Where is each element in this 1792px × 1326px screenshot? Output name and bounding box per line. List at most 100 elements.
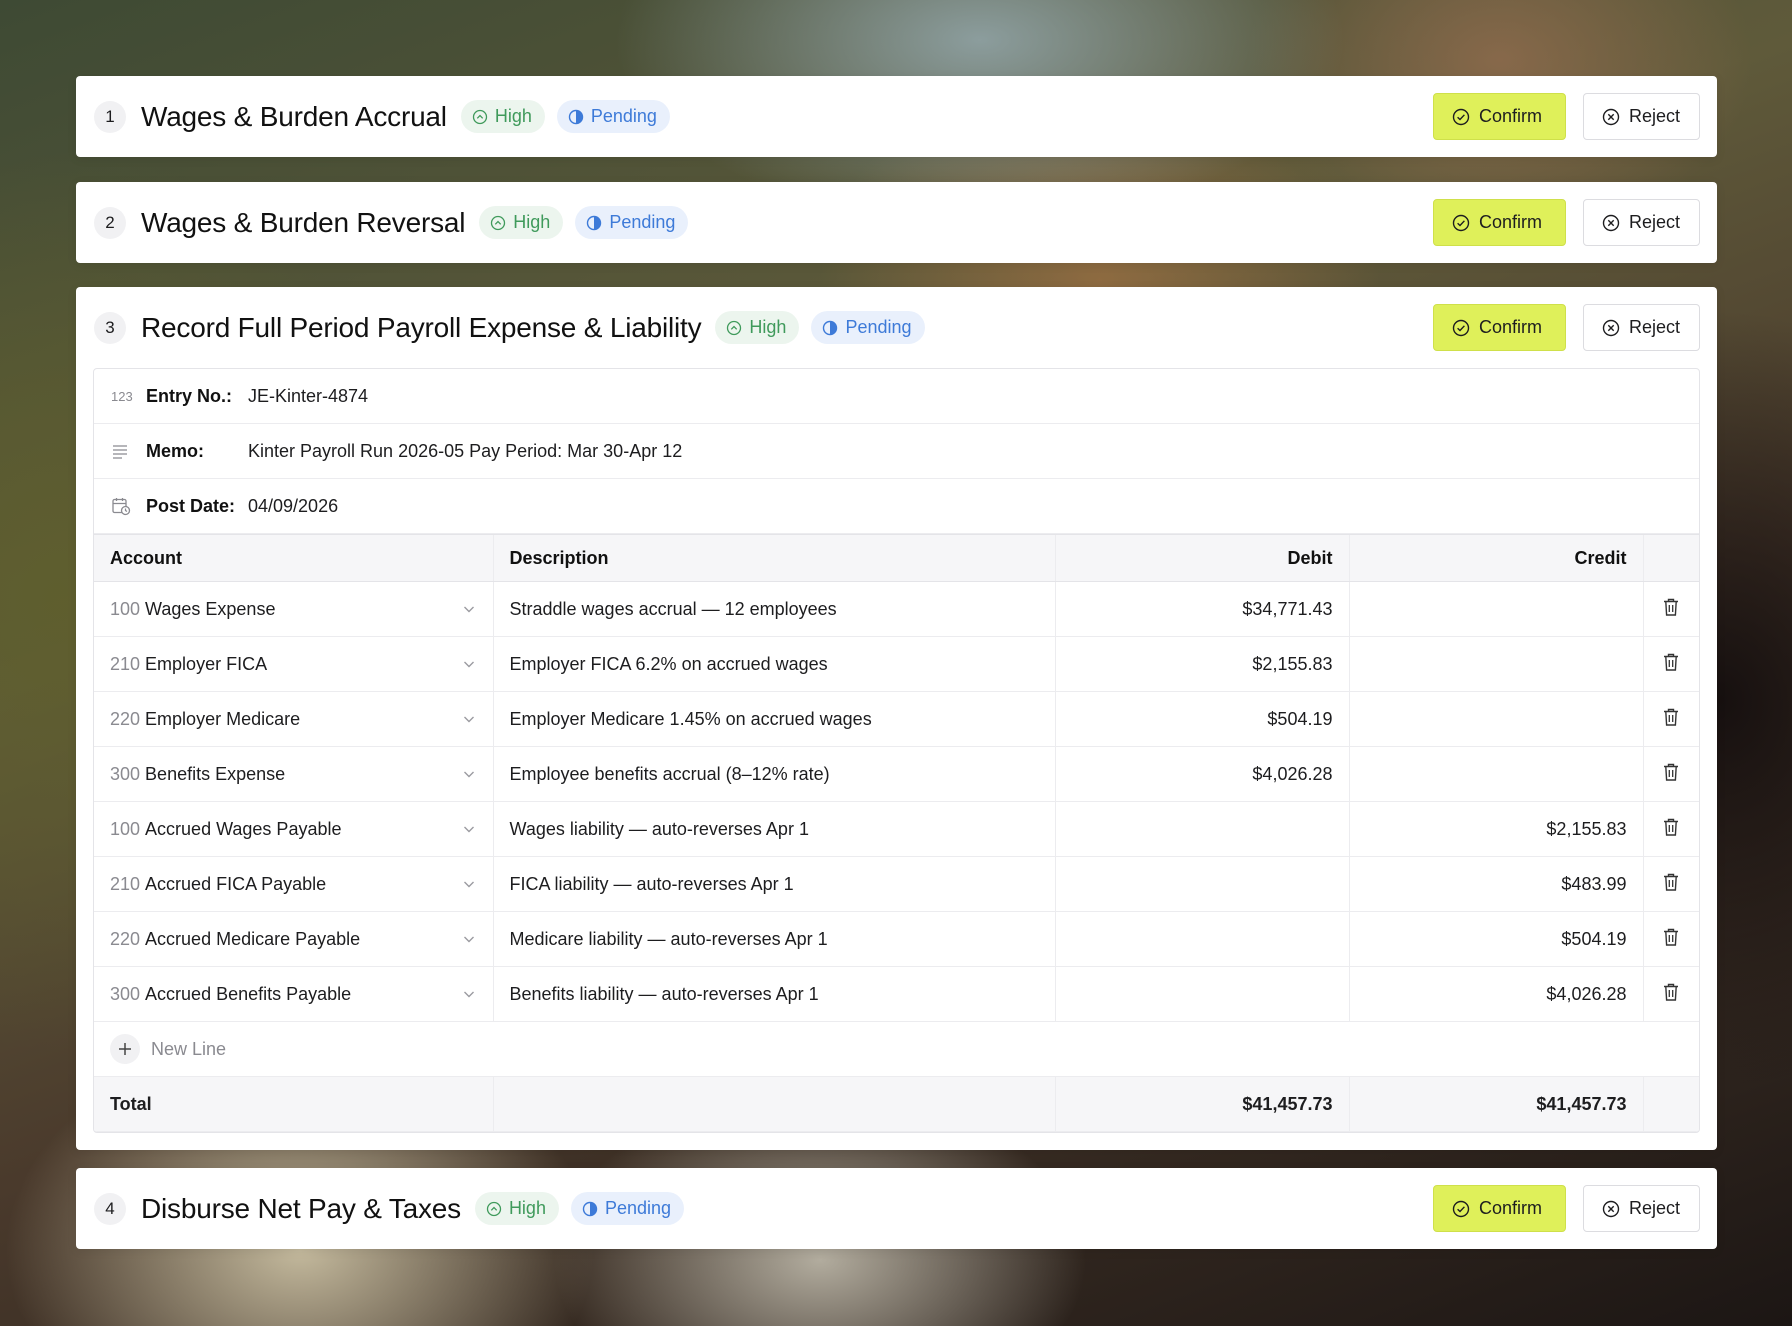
description-cell[interactable]: FICA liability — auto-reverses Apr 1 [492, 856, 1055, 912]
debit-cell[interactable]: $2,155.83 [1054, 636, 1349, 692]
status-badge: Pending [575, 206, 689, 239]
reject-button[interactable]: Reject [1583, 93, 1700, 140]
check-circle-icon [1452, 319, 1470, 337]
status-label: Pending [845, 317, 912, 337]
account-cell[interactable]: 300 Accrued Benefits Payable [94, 966, 493, 1022]
account-code: 220 [110, 708, 141, 729]
table-row: 300 Accrued Benefits Payable Benefits liab… [94, 966, 1699, 1022]
status-badge: Pending [556, 100, 670, 133]
priority-badge: High [474, 1192, 559, 1225]
trash-icon[interactable] [1662, 817, 1680, 837]
new-line-button[interactable]: New Line [110, 1034, 226, 1064]
x-circle-icon [1602, 214, 1620, 232]
trash-icon[interactable] [1662, 982, 1680, 1002]
chevron-down-icon[interactable] [461, 876, 477, 892]
memo-row: Memo: Kinter Payroll Run 2026-05 Pay Per… [94, 424, 1699, 479]
chevron-down-icon[interactable] [461, 931, 477, 947]
plus-icon [110, 1034, 140, 1064]
debit-cell[interactable] [1054, 856, 1349, 912]
trash-icon[interactable] [1662, 762, 1680, 782]
account-name: Employer FICA [145, 653, 268, 674]
account-code: 100 [110, 818, 141, 839]
trash-icon[interactable] [1662, 597, 1680, 617]
account-code: 100 [110, 598, 141, 619]
number-icon: 123 [111, 388, 133, 404]
credit-cell[interactable]: $483.99 [1348, 856, 1643, 912]
chevron-down-icon[interactable] [461, 601, 477, 617]
priority-label: High [749, 317, 787, 337]
table-row: 100 Wages Expense Straddle wages accrual —… [94, 581, 1699, 637]
confirm-button[interactable]: Confirm [1433, 199, 1566, 246]
debit-cell[interactable]: $34,771.43 [1054, 581, 1349, 637]
chevron-down-icon[interactable] [461, 821, 477, 837]
step-title: Wages & Burden Accrual [141, 100, 447, 132]
chevron-down-icon[interactable] [461, 656, 477, 672]
description-cell[interactable]: Straddle wages accrual — 12 employees [492, 581, 1055, 637]
debit-cell[interactable]: $504.19 [1054, 691, 1349, 747]
entry-no-value[interactable]: JE-Kinter-4874 [248, 386, 368, 407]
confirm-label: Confirm [1479, 212, 1543, 232]
account-cell[interactable]: 100 Accrued Wages Payable [94, 801, 493, 857]
chevron-down-icon[interactable] [461, 986, 477, 1002]
credit-cell[interactable]: $2,155.83 [1348, 801, 1643, 857]
chevron-down-icon[interactable] [461, 711, 477, 727]
confirm-button[interactable]: Confirm [1433, 93, 1566, 140]
credit-cell[interactable] [1348, 746, 1643, 802]
step-card-header: 2 Wages & Burden Reversal High Pending C… [76, 182, 1717, 263]
trash-icon[interactable] [1662, 872, 1680, 892]
delete-cell [1642, 856, 1699, 912]
table-row: 100 Accrued Wages Payable Wages liability … [94, 801, 1699, 857]
debit-cell[interactable] [1054, 801, 1349, 857]
account-code: 300 [110, 763, 141, 784]
credit-cell[interactable] [1348, 636, 1643, 692]
credit-cell[interactable]: $4,026.28 [1348, 966, 1643, 1022]
account-name: Accrued Wages Payable [145, 818, 342, 839]
description-cell[interactable]: Employee benefits accrual (8–12% rate) [492, 746, 1055, 802]
status-label: Pending [609, 212, 676, 232]
status-badge: Pending [811, 311, 925, 344]
post-date-value[interactable]: 04/09/2026 [248, 496, 338, 517]
trash-icon[interactable] [1662, 707, 1680, 727]
reject-button[interactable]: Reject [1583, 199, 1700, 246]
account-cell[interactable]: 220 Employer Medicare [94, 691, 493, 747]
memo-value[interactable]: Kinter Payroll Run 2026-05 Pay Period: M… [248, 441, 682, 462]
description-cell[interactable]: Employer FICA 6.2% on accrued wages [492, 636, 1055, 692]
account-name: Employer Medicare [145, 708, 301, 729]
total-row: Total $41,457.73 $41,457.73 [94, 1076, 1699, 1132]
delete-cell [1642, 636, 1699, 692]
post-date-label: Post Date: [146, 495, 236, 516]
confirm-button[interactable]: Confirm [1433, 304, 1566, 351]
trash-icon[interactable] [1662, 652, 1680, 672]
account-cell[interactable]: 100 Wages Expense [94, 581, 493, 637]
reject-button[interactable]: Reject [1583, 1185, 1700, 1232]
chevron-up-circle-icon [486, 1201, 502, 1217]
total-credit: $41,457.73 [1348, 1076, 1643, 1132]
debit-cell[interactable] [1054, 966, 1349, 1022]
table-header-row: Account Description Debit Credit [94, 534, 1699, 582]
confirm-button[interactable]: Confirm [1433, 1185, 1566, 1232]
chevron-up-circle-icon [472, 109, 488, 125]
credit-cell[interactable] [1348, 581, 1643, 637]
reject-label: Reject [1629, 1198, 1681, 1218]
account-cell[interactable]: 220 Accrued Medicare Payable [94, 911, 493, 967]
priority-badge: High [479, 206, 564, 239]
trash-icon[interactable] [1662, 927, 1680, 947]
description-cell[interactable]: Medicare liability — auto-reverses Apr 1 [492, 911, 1055, 967]
description-cell[interactable]: Benefits liability — auto-reverses Apr 1 [492, 966, 1055, 1022]
credit-cell[interactable] [1348, 691, 1643, 747]
credit-cell[interactable]: $504.19 [1348, 911, 1643, 967]
debit-cell[interactable] [1054, 911, 1349, 967]
account-cell[interactable]: 300 Benefits Expense [94, 746, 493, 802]
total-debit: $41,457.73 [1054, 1076, 1349, 1132]
account-cell[interactable]: 210 Accrued FICA Payable [94, 856, 493, 912]
delete-cell [1642, 746, 1699, 802]
description-cell[interactable]: Employer Medicare 1.45% on accrued wages [492, 691, 1055, 747]
reject-button[interactable]: Reject [1583, 304, 1700, 351]
table-row: 210 Employer FICA Employer FICA 6.2% on ac… [94, 636, 1699, 692]
debit-cell[interactable]: $4,026.28 [1054, 746, 1349, 802]
chevron-down-icon[interactable] [461, 766, 477, 782]
account-cell[interactable]: 210 Employer FICA [94, 636, 493, 692]
account-name: Accrued Benefits Payable [145, 983, 352, 1004]
step-number: 4 [94, 1192, 126, 1225]
description-cell[interactable]: Wages liability — auto-reverses Apr 1 [492, 801, 1055, 857]
